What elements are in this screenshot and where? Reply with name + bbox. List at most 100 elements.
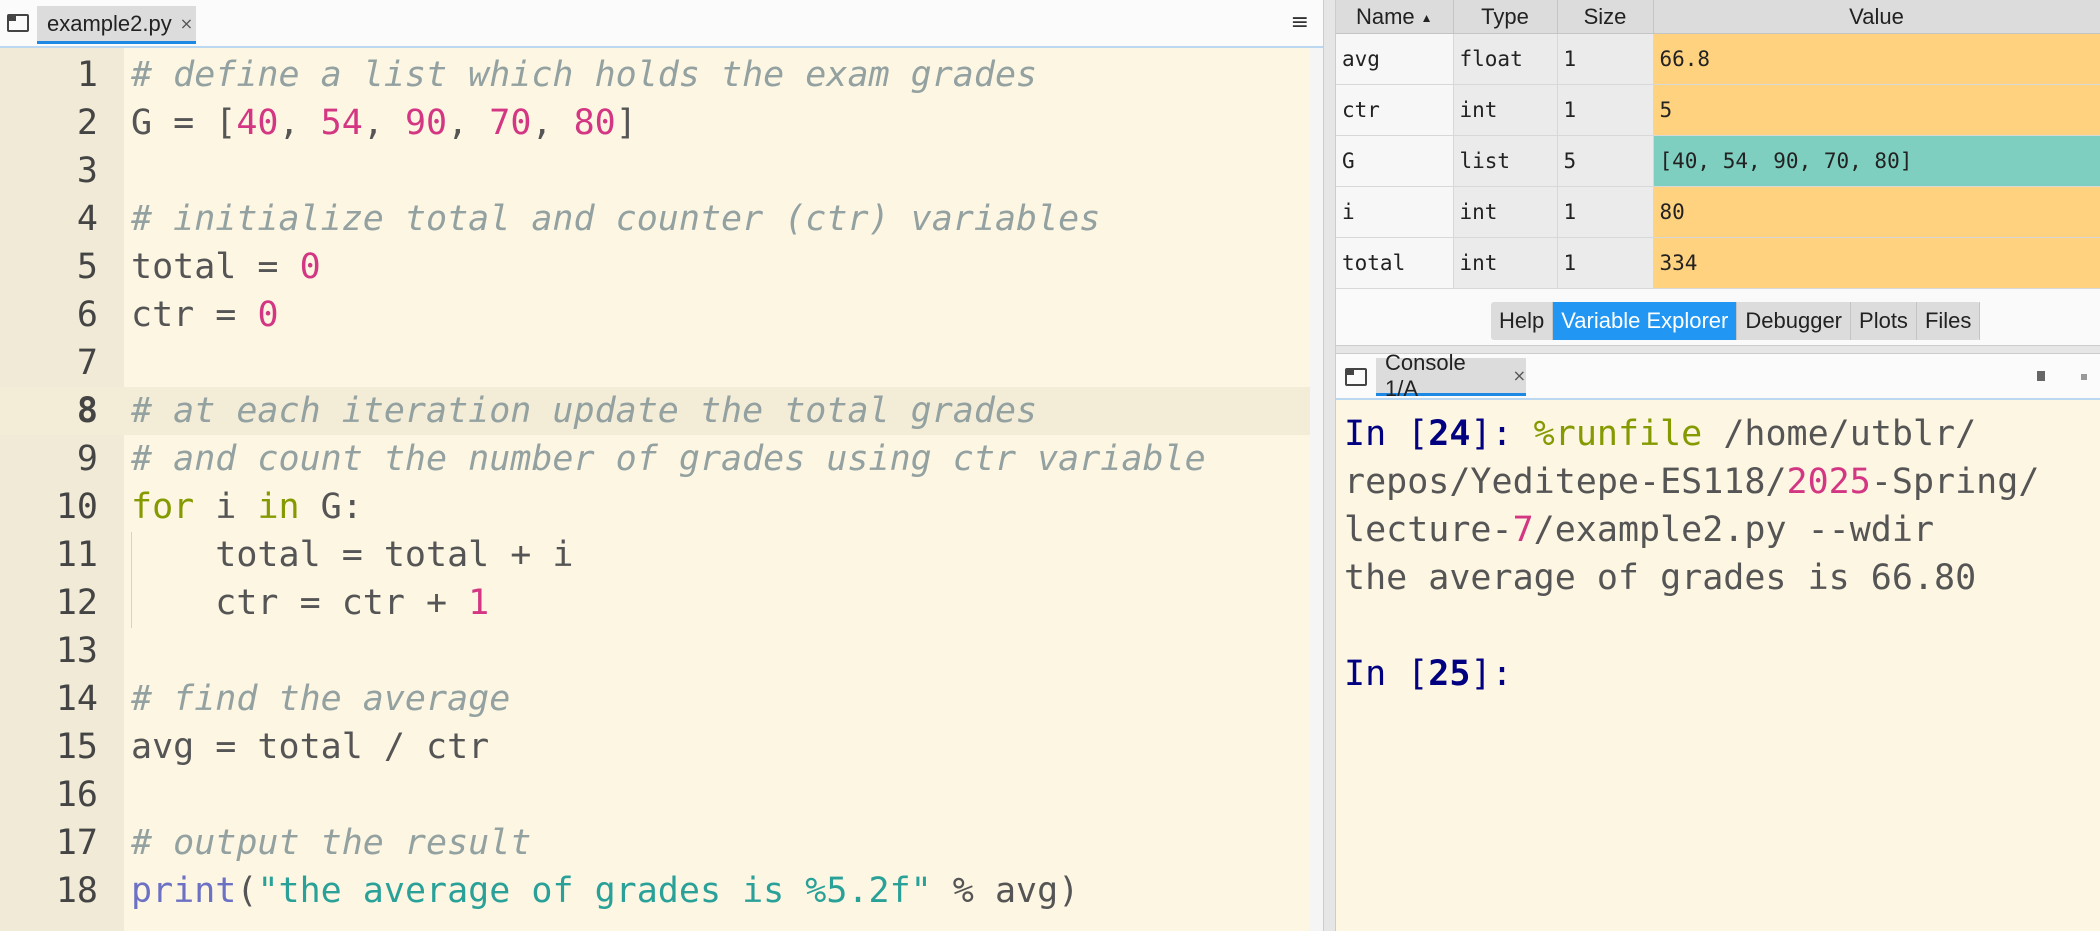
tab-console-1a[interactable]: Console 1/A ×: [1376, 350, 1526, 401]
tab-plots[interactable]: Plots: [1851, 302, 1917, 340]
code-token: In [: [1344, 654, 1429, 694]
column-header-type[interactable]: Type: [1453, 0, 1558, 34]
line-text: avg = total / ctr: [131, 723, 489, 771]
tab-files[interactable]: Files: [1917, 302, 1981, 340]
line-number: 13: [55, 631, 98, 671]
variable-value-cell: [40, 54, 90, 70, 80]: [1653, 135, 2100, 187]
column-header-size[interactable]: Size: [1557, 0, 1654, 34]
code-token: the average of grades is 66.80: [1344, 558, 1977, 598]
console-line: repos/Yeditepe-ES118/2025-Spring/: [1344, 458, 2039, 506]
code-token: # at each iteration update the total gra…: [131, 391, 1038, 431]
tab-variable-explorer[interactable]: Variable Explorer: [1553, 302, 1738, 340]
code-line[interactable]: 1 # define a list which holds the exam gr…: [0, 51, 1310, 99]
variable-name-cell: total: [1336, 237, 1454, 289]
code-token: print: [131, 871, 237, 911]
code-area[interactable]: 1 # define a list which holds the exam gr…: [0, 48, 1310, 931]
line-text: print("the average of grades is %5.2f" %…: [131, 867, 1079, 915]
tab-help[interactable]: Help: [1491, 302, 1554, 340]
editor-scrollbar[interactable]: [1310, 48, 1323, 931]
line-text: # at each iteration update the total gra…: [131, 387, 1037, 435]
table-row[interactable]: i int 1 80: [1336, 186, 2100, 238]
code-line[interactable]: 5 total = 0: [0, 243, 1310, 291]
variable-type-cell: int: [1453, 186, 1558, 238]
code-line[interactable]: 2 G = [40, 54, 90, 70, 80]: [0, 99, 1310, 147]
column-header-name[interactable]: Name ▲: [1336, 0, 1454, 34]
options-icon[interactable]: [2081, 374, 2087, 380]
code-token: total = total + i: [131, 535, 574, 575]
console-line: In [25]:: [1344, 650, 1513, 698]
code-line[interactable]: 7: [0, 339, 1310, 387]
table-row[interactable]: total int 1 334: [1336, 237, 2100, 289]
code-token: for: [131, 487, 195, 527]
line-number: 4: [76, 199, 98, 239]
table-row[interactable]: Glist 5 [40, 54, 90, 70, 80]: [1336, 135, 2100, 187]
code-token: ctr = ctr +: [131, 583, 469, 623]
code-line[interactable]: 8 # at each iteration update the total gr…: [0, 387, 1310, 435]
code-token: # find the average: [131, 679, 511, 719]
header-label: Name: [1355, 3, 1415, 29]
code-line[interactable]: 10 for i in G:: [0, 483, 1310, 531]
code-token: total =: [131, 247, 300, 287]
tab-example2-py[interactable]: example2.py ×: [37, 6, 196, 44]
code-token: 24: [1428, 414, 1471, 454]
code-line[interactable]: 4 # initialize total and counter (ctr) va…: [0, 195, 1310, 243]
code-line[interactable]: 17 # output the result: [0, 819, 1310, 867]
code-token: ,: [447, 103, 490, 143]
line-number: 3: [76, 151, 98, 191]
code-line[interactable]: 18 print("the average of grades is %5.2f"…: [0, 867, 1310, 915]
table-row[interactable]: ctr int 1 5: [1336, 84, 2100, 136]
line-number: 14: [55, 679, 98, 719]
variable-type-cell: int: [1453, 84, 1558, 136]
code-line[interactable]: 6 ctr = 0: [0, 291, 1310, 339]
code-token: 54: [320, 103, 363, 143]
code-token: "the average of grades is %5.2f": [257, 871, 932, 911]
line-text: # find the average: [131, 675, 510, 723]
code-line[interactable]: 3: [0, 147, 1310, 195]
code-line[interactable]: 15 avg = total / ctr: [0, 723, 1310, 771]
code-token: 0: [299, 247, 321, 287]
hamburger-menu-icon[interactable]: ≡: [1291, 12, 1309, 34]
variable-size-cell: 5: [1557, 135, 1654, 187]
code-line[interactable]: 11 total = total + i: [0, 531, 1310, 579]
code-line[interactable]: 13: [0, 627, 1310, 675]
console-line: In [24]: %runfile /home/utblr/: [1344, 410, 1976, 458]
code-token: ,: [531, 103, 574, 143]
table-row[interactable]: avg float 1 66.8: [1336, 33, 2100, 85]
window-icon[interactable]: [1345, 368, 1367, 386]
window-icon[interactable]: [7, 14, 29, 32]
code-token: (: [236, 871, 258, 911]
code-token: 70: [489, 103, 532, 143]
editor-tab-bar: example2.py × ≡: [0, 0, 1323, 48]
column-header-value[interactable]: Value: [1653, 0, 2100, 34]
code-token: i: [194, 487, 258, 527]
line-number: 5: [76, 247, 98, 287]
code-token: 80: [573, 103, 616, 143]
line-text: total = total + i: [131, 531, 574, 579]
sort-ascending-icon: ▲: [1420, 10, 1433, 25]
code-line[interactable]: 16: [0, 771, 1310, 819]
line-number: 17: [55, 823, 98, 863]
code-token: lecture-: [1344, 510, 1513, 550]
stop-icon[interactable]: [2037, 371, 2045, 381]
close-icon[interactable]: ×: [180, 14, 193, 33]
code-line[interactable]: 14 # find the average: [0, 675, 1310, 723]
close-icon[interactable]: ×: [1513, 366, 1526, 385]
line-text: ctr = ctr + 1: [131, 579, 489, 627]
line-text: ctr = 0: [131, 291, 279, 339]
line-number: 11: [55, 535, 98, 575]
line-text: # and count the number of grades using c…: [131, 435, 1206, 483]
variable-size-cell: 1: [1557, 33, 1654, 85]
code-token: ]:: [1470, 414, 1534, 454]
code-token: In [: [1344, 414, 1429, 454]
code-line[interactable]: 9 # and count the number of grades using …: [0, 435, 1310, 483]
variable-size-cell: 1: [1557, 186, 1654, 238]
tab-label: example2.py: [47, 10, 172, 36]
tab-debugger[interactable]: Debugger: [1737, 302, 1852, 340]
console-tab-bar: Console 1/A ×: [1336, 350, 2100, 401]
code-line[interactable]: 12 ctr = ctr + 1: [0, 579, 1310, 627]
line-text: # output the result: [131, 819, 531, 867]
variable-value-cell: 5: [1653, 84, 2100, 136]
code-token: # output the result: [131, 823, 532, 863]
vertical-splitter[interactable]: [1323, 0, 1336, 931]
variable-table: Name ▲ Type Size Value avg float 1 66.8 ctr in…: [1336, 0, 2100, 289]
